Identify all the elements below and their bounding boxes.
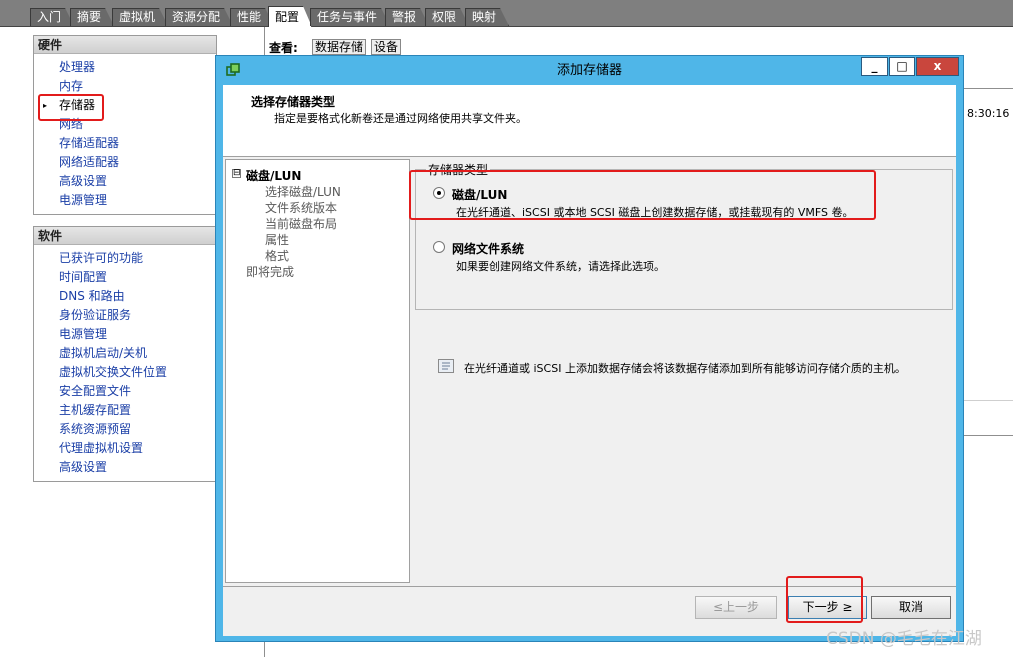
tab-permissions[interactable]: 权限 — [425, 8, 469, 26]
bg-rule-3 — [964, 435, 1013, 436]
storage-highlight-box — [38, 94, 104, 121]
csdn-watermark: CSDN @毛毛在江湖 — [826, 629, 982, 649]
software-item-power-management[interactable]: 电源管理 — [59, 325, 216, 344]
wizard-nav-panel: ⊟ 磁盘/LUN 选择磁盘/LUN 文件系统版本 当前磁盘布局 属性 格式 即将… — [225, 159, 410, 583]
wizard-step-title: 选择存储器类型 — [251, 95, 336, 109]
hardware-item-processor[interactable]: 处理器 — [59, 58, 216, 77]
wizard-header: 选择存储器类型 指定是要格式化新卷还是通过网络使用共享文件夹。 — [223, 85, 956, 157]
disk-lun-highlight-box — [409, 170, 876, 220]
back-button[interactable]: ≤上一步 — [695, 596, 777, 619]
wizard-step-subtitle: 指定是要格式化新卷还是通过网络使用共享文件夹。 — [274, 112, 527, 125]
tab-resource-allocation[interactable]: 资源分配 — [165, 8, 233, 26]
nav-ready-to-complete[interactable]: 即将完成 — [246, 263, 294, 280]
hardware-item-power-management[interactable]: 电源管理 — [59, 191, 216, 210]
hardware-item-network-adapters[interactable]: 网络适配器 — [59, 153, 216, 172]
radio-nfs[interactable] — [433, 241, 445, 253]
tab-performance[interactable]: 性能 — [230, 8, 274, 26]
tab-getting-started[interactable]: 入门 — [30, 8, 74, 26]
option-nfs-title[interactable]: 网络文件系统 — [452, 240, 524, 257]
tab-vms[interactable]: 虚拟机 — [112, 8, 168, 26]
tab-summary[interactable]: 摘要 — [70, 8, 114, 26]
view-label: 查看: — [269, 41, 298, 55]
software-item-licensed-features[interactable]: 已获许可的功能 — [59, 249, 216, 268]
software-item-agent-vm-settings[interactable]: 代理虚拟机设置 — [59, 439, 216, 458]
dialog-client-area: 选择存储器类型 指定是要格式化新卷还是通过网络使用共享文件夹。 ⊟ 磁盘/LUN… — [223, 85, 956, 636]
info-note-svg — [442, 362, 450, 370]
nav-formatting[interactable]: 格式 — [265, 247, 289, 264]
hardware-heading: 硬件 — [34, 36, 216, 54]
software-item-resource-reservation[interactable]: 系统资源预留 — [59, 420, 216, 439]
info-note-icon — [438, 359, 454, 373]
software-panel: 软件 已获许可的功能 时间配置 DNS 和路由 身份验证服务 电源管理 虚拟机启… — [33, 226, 217, 482]
tab-configuration[interactable]: 配置 — [268, 6, 312, 27]
nav-disk-lun[interactable]: 磁盘/LUN — [246, 167, 301, 184]
bg-rule-1 — [964, 88, 1013, 89]
background-timestamp: 8:30:16 — [967, 107, 1010, 120]
nav-select-disk[interactable]: 选择磁盘/LUN — [265, 183, 341, 200]
tree-collapse-icon[interactable]: ⊟ — [232, 169, 241, 178]
hardware-item-storage-adapters[interactable]: 存储适配器 — [59, 134, 216, 153]
option-nfs-desc: 如果要创建网络文件系统，请选择此选项。 — [456, 260, 665, 273]
software-heading: 软件 — [34, 227, 216, 245]
view-devices-button[interactable]: 设备 — [371, 39, 402, 55]
hardware-panel: 硬件 处理器 内存 ▸ 存储器 网络 存储适配器 网络适配器 高级设置 电源管理 — [33, 35, 217, 215]
hardware-item-advanced-settings[interactable]: 高级设置 — [59, 172, 216, 191]
close-button[interactable]: x — [916, 57, 959, 76]
cancel-button[interactable]: 取消 — [871, 596, 951, 619]
software-item-swapfile-location[interactable]: 虚拟机交换文件位置 — [59, 363, 216, 382]
tab-alarms[interactable]: 警报 — [385, 8, 429, 26]
next-highlight-box — [786, 576, 863, 623]
nav-fs-version[interactable]: 文件系统版本 — [265, 199, 337, 216]
minimize-button[interactable]: _ — [861, 57, 888, 76]
view-datastores-button[interactable]: 数据存储 — [312, 39, 367, 55]
tab-tasks-events[interactable]: 任务与事件 — [310, 8, 390, 26]
nav-properties[interactable]: 属性 — [265, 231, 289, 248]
dialog-titlebar[interactable]: 添加存储器 _ □ x — [216, 56, 963, 85]
software-item-auth-services[interactable]: 身份验证服务 — [59, 306, 216, 325]
software-item-time-config[interactable]: 时间配置 — [59, 268, 216, 287]
tab-maps[interactable]: 映射 — [465, 8, 509, 26]
maximize-button[interactable]: □ — [889, 57, 915, 76]
software-item-host-cache[interactable]: 主机缓存配置 — [59, 401, 216, 420]
software-item-vm-startup[interactable]: 虚拟机启动/关机 — [59, 344, 216, 363]
software-item-advanced-settings[interactable]: 高级设置 — [59, 458, 216, 477]
dialog-title: 添加存储器 — [556, 63, 622, 78]
bg-rule-2 — [964, 400, 1013, 401]
software-item-security-profile[interactable]: 安全配置文件 — [59, 382, 216, 401]
info-note-text: 在光纤通道或 iSCSI 上添加数据存储会将该数据存储添加到所有能够访问存储介质… — [464, 362, 906, 375]
nav-current-layout[interactable]: 当前磁盘布局 — [265, 215, 337, 232]
top-tab-strip: 入门 摘要 虚拟机 资源分配 性能 配置 任务与事件 警报 权限 映射 — [0, 0, 1013, 27]
software-item-dns-routing[interactable]: DNS 和路由 — [59, 287, 216, 306]
add-storage-dialog: 添加存储器 _ □ x 选择存储器类型 指定是要格式化新卷还是通过网络使用共享文… — [215, 55, 964, 642]
